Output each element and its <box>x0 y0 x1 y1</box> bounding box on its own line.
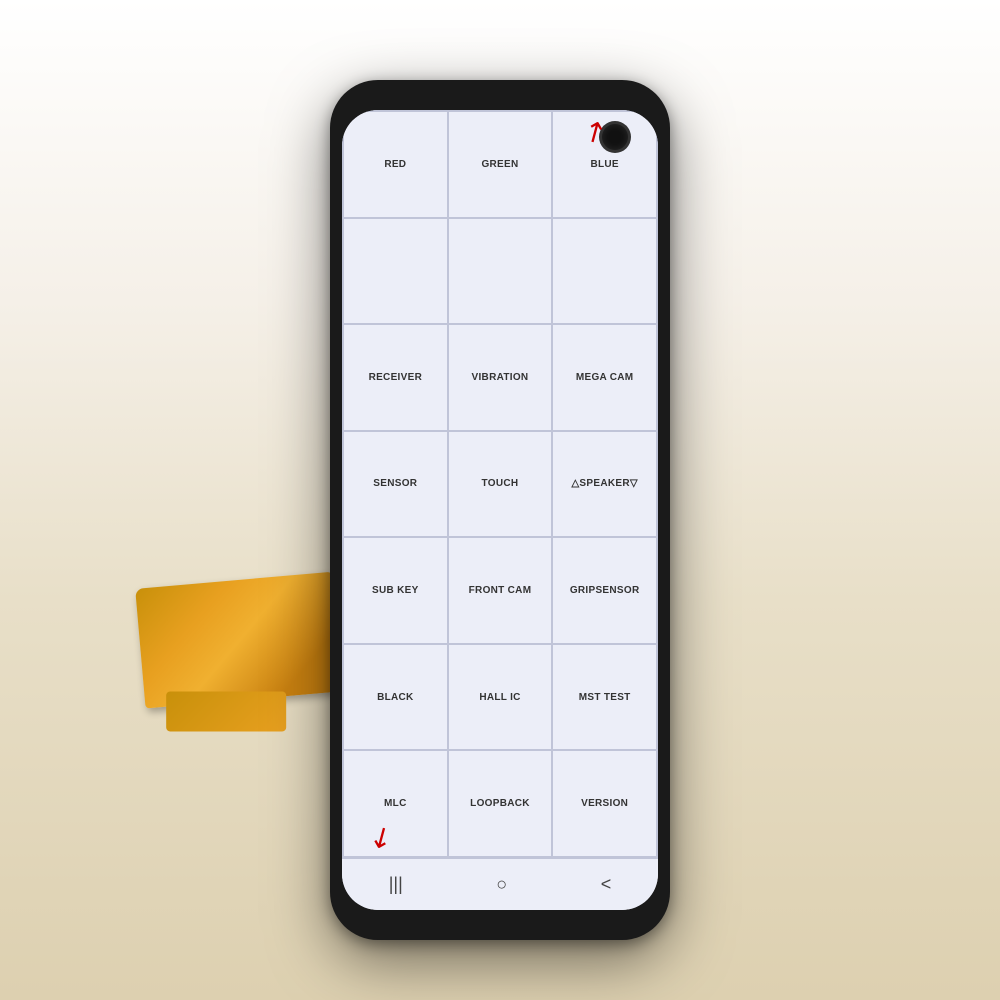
grid-cell-hall-ic[interactable]: HALL IC <box>448 644 553 751</box>
phone: ↗ ↗ REDGREENBLUERECEIVERVIBRATIONMEGA CA… <box>330 80 670 940</box>
grid-cell-speaker[interactable]: △SPEAKER▽ <box>552 431 657 538</box>
recent-apps-button[interactable]: ||| <box>381 866 411 903</box>
grid-cell-sensor[interactable]: SENSOR <box>343 431 448 538</box>
grid-cell-black[interactable]: BLACK <box>343 644 448 751</box>
grid-cell-empty1[interactable] <box>343 218 448 325</box>
grid-cell-mst-test[interactable]: MST TEST <box>552 644 657 751</box>
grid-cell-vibration[interactable]: VIBRATION <box>448 324 553 431</box>
grid-cell-version[interactable]: VERSION <box>552 750 657 857</box>
grid-cell-red[interactable]: RED <box>343 111 448 218</box>
test-grid: REDGREENBLUERECEIVERVIBRATIONMEGA CAMSEN… <box>342 110 658 858</box>
flex-cable <box>135 572 345 709</box>
grid-cell-gripsensor[interactable]: GRIPSENSOR <box>552 537 657 644</box>
grid-cell-mega-cam[interactable]: MEGA CAM <box>552 324 657 431</box>
grid-cell-receiver[interactable]: RECEIVER <box>343 324 448 431</box>
grid-cell-loopback[interactable]: LOOPBACK <box>448 750 553 857</box>
home-button[interactable]: ○ <box>488 866 515 903</box>
grid-cell-sub-key[interactable]: SUB KEY <box>343 537 448 644</box>
back-button[interactable]: < <box>593 866 620 903</box>
grid-cell-touch[interactable]: TOUCH <box>448 431 553 538</box>
screen: ↗ ↗ REDGREENBLUERECEIVERVIBRATIONMEGA CA… <box>342 110 658 910</box>
grid-cell-front-cam[interactable]: FRONT CAM <box>448 537 553 644</box>
grid-cell-empty2[interactable] <box>448 218 553 325</box>
grid-cell-green[interactable]: GREEN <box>448 111 553 218</box>
navigation-bar: ||| ○ < <box>342 858 658 910</box>
grid-cell-empty3[interactable] <box>552 218 657 325</box>
